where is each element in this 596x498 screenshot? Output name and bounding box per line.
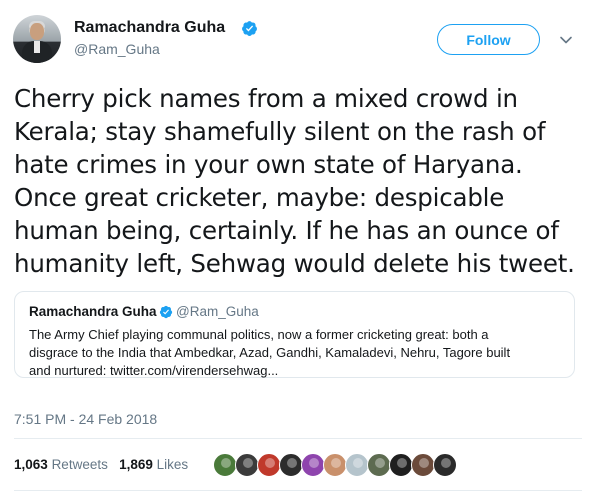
liker-avatar-6[interactable]: [323, 453, 347, 477]
liker-avatar-4[interactable]: [279, 453, 303, 477]
author-display-name[interactable]: Ramachandra Guha: [74, 19, 225, 37]
quoted-text-line: and nurtured: twitter.com/virendersehwag…: [29, 363, 279, 378]
liker-avatar-9[interactable]: [389, 453, 413, 477]
divider: [14, 438, 582, 439]
retweets-count[interactable]: 1,063: [14, 457, 48, 472]
tweet-card: Ramachandra Guha @Ram_Guha Follow Cherry…: [0, 0, 596, 498]
tweet-text-line: human being, certainly. If he has an oun…: [14, 216, 559, 245]
quoted-text-line: The Army Chief playing communal politics…: [29, 327, 489, 342]
likes-label[interactable]: Likes: [157, 457, 189, 472]
quoted-verified-badge-icon: [159, 305, 173, 319]
author-handle[interactable]: @Ram_Guha: [74, 41, 160, 57]
tweet-text-line: Kerala; stay shamefully silent on the ra…: [14, 117, 546, 146]
tweet-timestamp[interactable]: 7:51 PM - 24 Feb 2018: [14, 411, 157, 427]
liker-avatar-3[interactable]: [257, 453, 281, 477]
tweet-text-line: Cherry pick names from a mixed crowd in: [14, 84, 518, 113]
quoted-author-name[interactable]: Ramachandra Guha: [29, 304, 157, 319]
follow-button[interactable]: Follow: [437, 24, 540, 55]
tweet-text-line: Once great cricketer, maybe: despicable: [14, 183, 505, 212]
liker-avatar-10[interactable]: [411, 453, 435, 477]
divider: [14, 490, 582, 491]
verified-badge-icon: [242, 21, 257, 36]
tweet-text: Cherry pick names from a mixed crowd in …: [14, 82, 589, 280]
author-avatar[interactable]: [13, 15, 61, 63]
quoted-author-handle[interactable]: @Ram_Guha: [176, 304, 259, 319]
retweets-label[interactable]: Retweets: [52, 457, 108, 472]
chevron-down-icon[interactable]: [559, 33, 573, 47]
tweet-stats: 1,063 Retweets 1,869 Likes: [14, 457, 188, 472]
liker-avatar-2[interactable]: [235, 453, 259, 477]
liker-avatar-11[interactable]: [433, 453, 457, 477]
quoted-tweet[interactable]: Ramachandra Guha @Ram_Guha The Army Chie…: [14, 291, 575, 378]
tweet-text-line: hate crimes in your own state of Haryana…: [14, 150, 523, 179]
liker-avatar-8[interactable]: [367, 453, 391, 477]
tweet-text-line: humanity left, Sehwag would delete his t…: [14, 249, 575, 278]
liker-avatar-1[interactable]: [213, 453, 237, 477]
quoted-text-line: disgrace to the India that Ambedkar, Aza…: [29, 345, 511, 360]
liker-avatar-5[interactable]: [301, 453, 325, 477]
liker-avatar-7[interactable]: [345, 453, 369, 477]
quoted-tweet-text: The Army Chief playing communal politics…: [29, 326, 569, 380]
likes-count[interactable]: 1,869: [119, 457, 153, 472]
